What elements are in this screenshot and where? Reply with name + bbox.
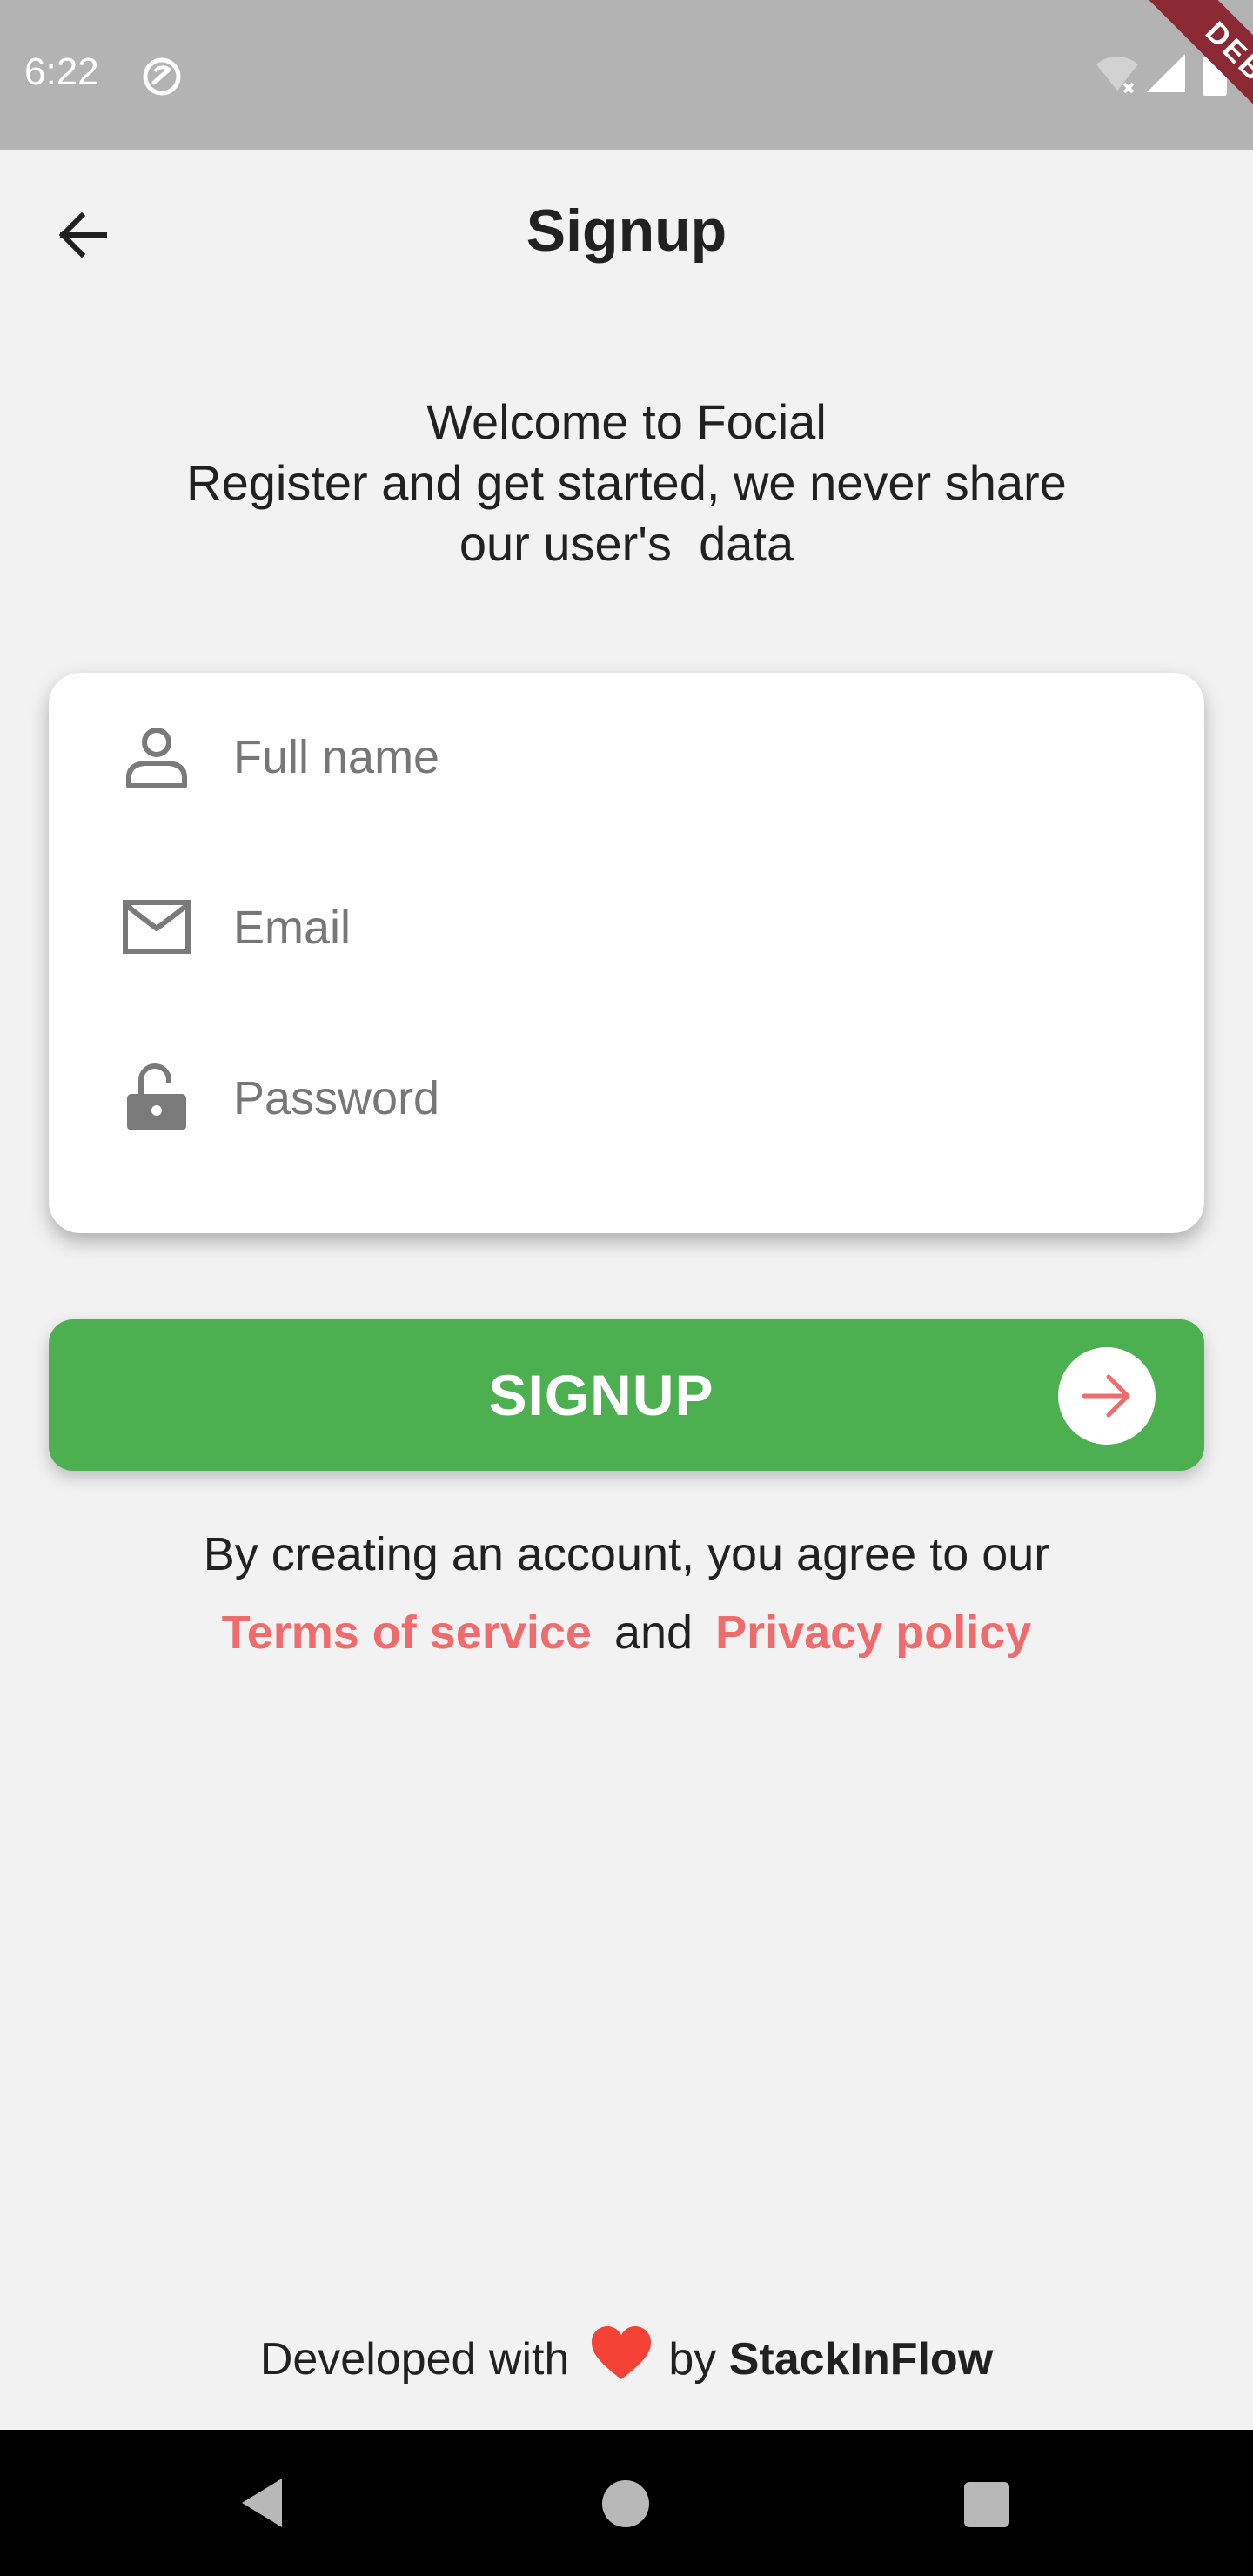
nav-recents-button[interactable] [964,2482,1009,2527]
status-time: 6:22 [24,50,99,93]
brand-name: StackInFlow [728,2334,994,2385]
email-input[interactable] [231,892,1157,963]
by-text: by [668,2334,717,2385]
signup-form-card [49,673,1204,1233]
terms-of-service-link[interactable]: Terms of service [222,1607,592,1659]
welcome-line-3: our user's data [459,516,794,571]
triangle-back-icon [237,2479,289,2534]
signup-button[interactable]: SIGNUP [49,1319,1204,1471]
person-icon [122,721,191,791]
nav-home-button[interactable] [602,2480,649,2527]
page-title: Signup [526,198,727,264]
full-name-field[interactable] [49,691,1204,822]
email-field[interactable] [49,862,1204,992]
heart-icon [590,2325,653,2392]
privacy-policy-link[interactable]: Privacy policy [715,1607,1031,1659]
welcome-line-2: Register and get started, we never share [186,455,1067,510]
status-bar: 6:22 DEBUG [0,0,1253,150]
wifi-off-icon [1095,52,1140,98]
agreement-links: Terms of service and Privacy policy [0,1606,1253,1660]
signup-arrow-badge [1058,1347,1156,1445]
lock-open-icon [122,1063,191,1132]
developed-with-text: Developed with [259,2334,570,2385]
nav-back-button[interactable] [237,2475,289,2531]
sync-icon [139,54,184,104]
signup-button-label: SIGNUP [488,1363,714,1427]
full-name-input[interactable] [231,721,1157,793]
signal-icon [1145,52,1189,98]
footer-credit: Developed with by StackInFlow [0,2326,1253,2396]
agreement-text: By creating an account, you agree to our [203,1528,1050,1580]
mail-icon [122,892,191,962]
welcome-line-1: Welcome to Focial [426,394,827,449]
password-input[interactable] [231,1063,1157,1134]
and-text: and [613,1607,694,1659]
welcome-message: Welcome to Focial Register and get start… [0,392,1253,574]
system-nav-bar [0,2430,1253,2576]
password-field[interactable] [49,1032,1204,1163]
